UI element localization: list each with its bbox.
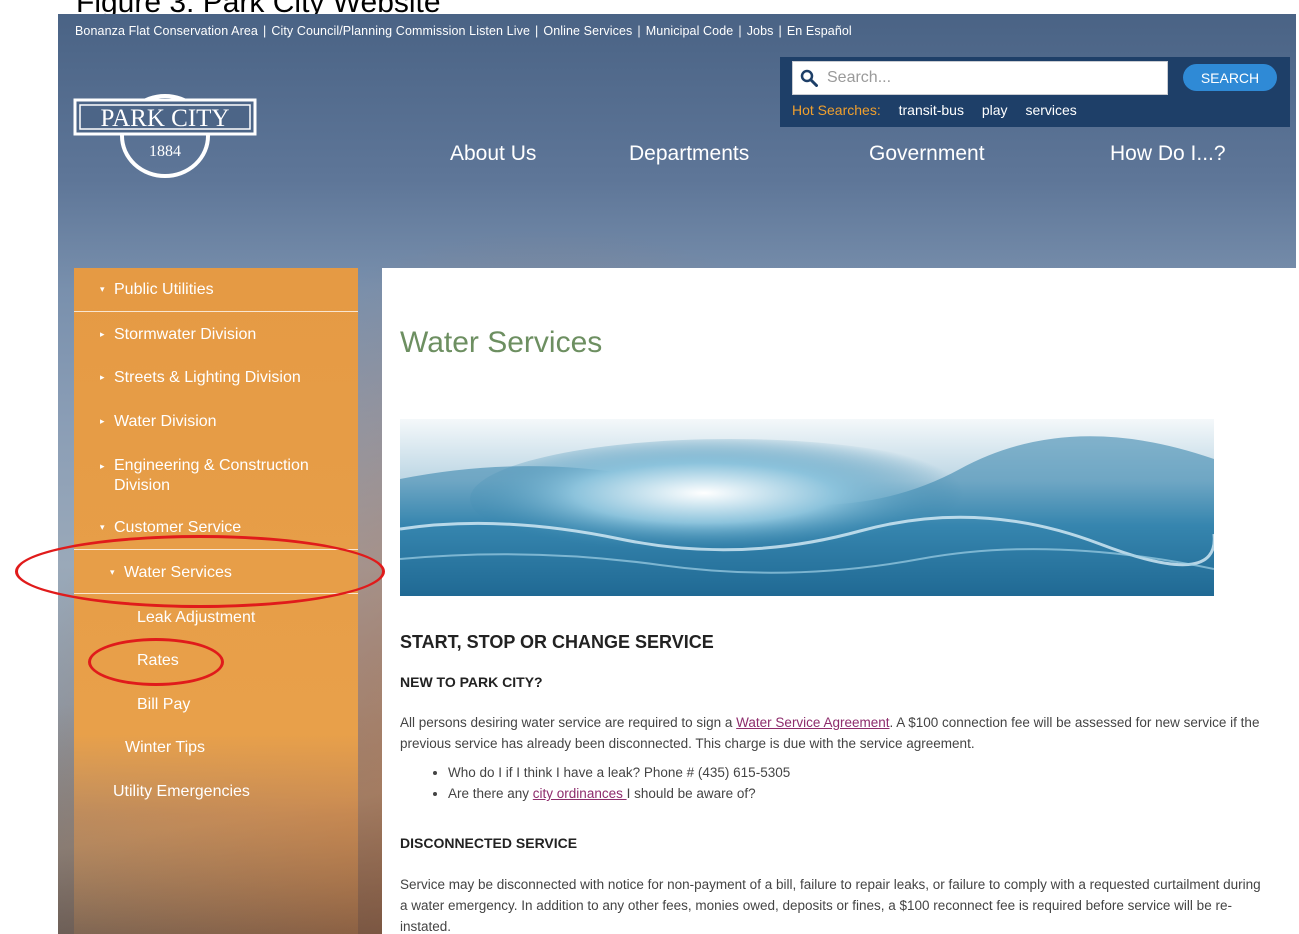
main-navigation: About Us Departments Government How Do I… bbox=[58, 142, 1296, 172]
paragraph-disconnected-service: Service may be disconnected with notice … bbox=[400, 877, 1261, 934]
nav-departments[interactable]: Departments bbox=[629, 142, 749, 166]
sidebar-divider bbox=[74, 311, 358, 312]
caret-right-icon: ▸ bbox=[100, 461, 105, 471]
sidebar-item-winter-tips[interactable]: Winter Tips bbox=[125, 739, 345, 757]
search-panel: SEARCH Hot Searches: transit-bus play se… bbox=[780, 57, 1290, 127]
annotation-circle-water-services bbox=[15, 535, 385, 608]
utility-link-bonanza-flat[interactable]: Bonanza Flat Conservation Area bbox=[75, 24, 258, 38]
caret-right-icon: ▸ bbox=[100, 372, 105, 383]
sidebar-item-streets-lighting[interactable]: ▸ Streets & Lighting Division bbox=[100, 369, 350, 387]
caret-right-icon: ▸ bbox=[100, 416, 105, 427]
hot-searches-label: Hot Searches: bbox=[792, 102, 881, 118]
heading-disconnected-service: DISCONNECTED SERVICE bbox=[400, 835, 578, 851]
utility-link-jobs[interactable]: Jobs bbox=[747, 24, 774, 38]
sidebar-item-public-utilities[interactable]: ▾ Public Utilities bbox=[100, 281, 350, 299]
heading-start-stop-change: START, STOP OR CHANGE SERVICE bbox=[400, 632, 714, 652]
sidebar-item-stormwater[interactable]: ▸ Stormwater Division bbox=[100, 326, 350, 344]
hot-search-transit-bus[interactable]: transit-bus bbox=[899, 102, 964, 118]
caret-down-icon: ▾ bbox=[100, 284, 105, 295]
nav-how-do-i[interactable]: How Do I...? bbox=[1110, 142, 1226, 166]
list-item: Are there any city ordinances I should b… bbox=[448, 783, 790, 804]
main-content: Water Services START, STOP OR CHANGE SER… bbox=[382, 268, 1296, 934]
utility-link-municipal-code[interactable]: Municipal Code bbox=[646, 24, 734, 38]
heading-new-to-park-city: NEW TO PARK CITY? bbox=[400, 674, 543, 690]
page-title: Water Services bbox=[400, 326, 603, 359]
sidebar-item-customer-service[interactable]: ▾ Customer Service bbox=[100, 519, 350, 537]
annotation-circle-rates bbox=[88, 638, 224, 686]
sidebar-item-bill-pay[interactable]: Bill Pay bbox=[137, 696, 347, 714]
sidebar-item-leak-adjustment[interactable]: Leak Adjustment bbox=[137, 609, 347, 627]
link-city-ordinances[interactable]: city ordinances bbox=[533, 786, 627, 801]
sidebar-item-water-division[interactable]: ▸ Water Division bbox=[100, 413, 350, 431]
hot-search-services[interactable]: services bbox=[1025, 102, 1076, 118]
utility-link-espanol[interactable]: En Español bbox=[787, 24, 852, 38]
park-city-website: Bonanza Flat Conservation Area | City Coun… bbox=[58, 14, 1296, 934]
caret-down-icon: ▾ bbox=[100, 522, 105, 533]
hot-searches: Hot Searches: transit-bus play services bbox=[792, 102, 1091, 118]
water-splash-image bbox=[400, 419, 1214, 596]
logo-name: PARK CITY bbox=[101, 105, 230, 132]
link-water-service-agreement[interactable]: Water Service Agreement bbox=[736, 715, 889, 730]
search-input[interactable] bbox=[792, 61, 1168, 95]
search-icon bbox=[800, 69, 818, 87]
list-item: Who do I if I think I have a leak? Phone… bbox=[448, 762, 790, 783]
sidebar-item-utility-emergencies[interactable]: Utility Emergencies bbox=[113, 783, 343, 801]
search-button[interactable]: SEARCH bbox=[1183, 64, 1277, 91]
utility-links-bar: Bonanza Flat Conservation Area | City Coun… bbox=[75, 24, 852, 38]
paragraph-new-service: All persons desiring water service are r… bbox=[400, 715, 1260, 751]
caret-right-icon: ▸ bbox=[100, 329, 105, 340]
nav-about-us[interactable]: About Us bbox=[450, 142, 536, 166]
faq-list: Who do I if I think I have a leak? Phone… bbox=[400, 762, 790, 804]
nav-government[interactable]: Government bbox=[869, 142, 985, 166]
hot-search-play[interactable]: play bbox=[982, 102, 1008, 118]
utility-link-listen-live[interactable]: City Council/Planning Commission Listen … bbox=[271, 24, 530, 38]
utility-link-online-services[interactable]: Online Services bbox=[543, 24, 632, 38]
sidebar-item-engineering[interactable]: ▸ Engineering & Construction Division bbox=[100, 456, 350, 496]
